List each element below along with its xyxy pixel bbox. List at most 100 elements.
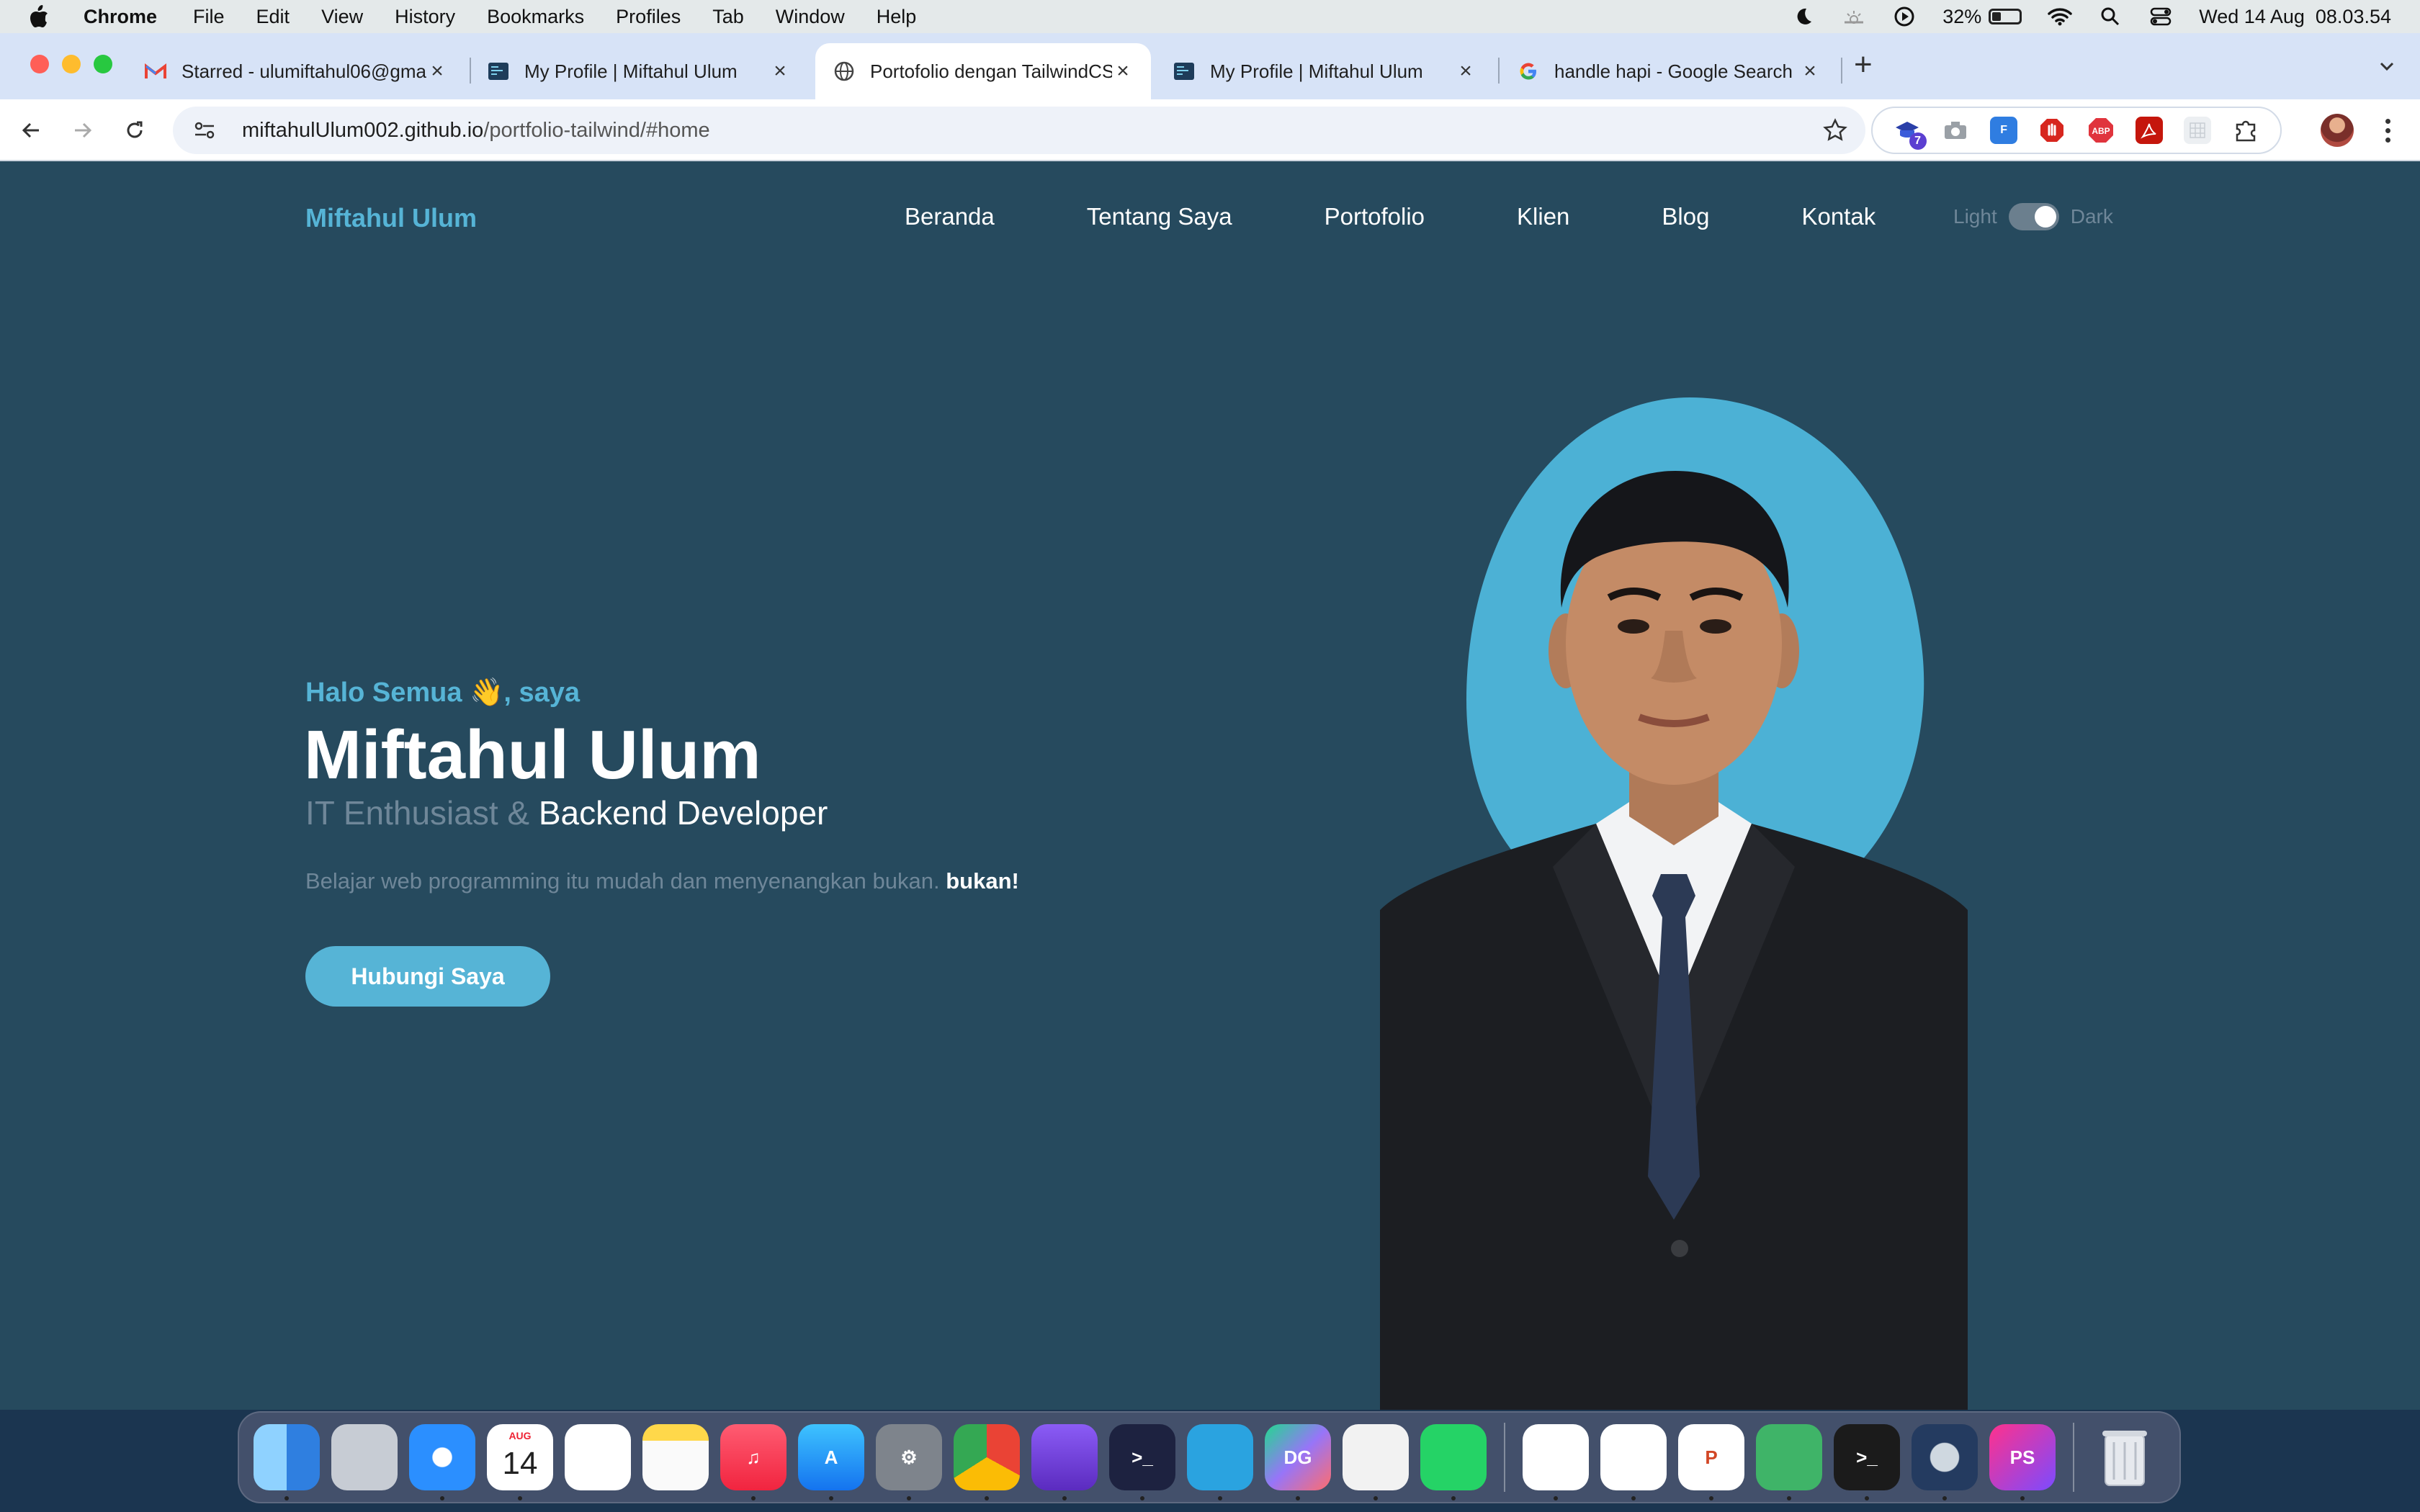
moon-icon[interactable] [1791, 4, 1816, 29]
nav-klien[interactable]: Klien [1517, 203, 1569, 230]
menu-app-name[interactable]: Chrome [84, 6, 157, 28]
pdf-extension[interactable] [2135, 117, 2163, 144]
hero-desc-strong: bukan! [946, 868, 1019, 894]
trash-icon[interactable] [2092, 1424, 2158, 1490]
code-page-icon [1173, 60, 1196, 83]
launchpad-icon[interactable] [331, 1424, 398, 1490]
whatsapp-icon[interactable] [1420, 1424, 1487, 1500]
nav-tentang-saya[interactable]: Tentang Saya [1087, 203, 1232, 230]
tab-my-profile-2[interactable]: My Profile | Miftahul Ulum × [1155, 43, 1494, 99]
nav-blog[interactable]: Blog [1662, 203, 1709, 230]
menu-view[interactable]: View [321, 6, 363, 28]
tab-title: My Profile | Miftahul Ulum [524, 60, 738, 82]
menu-profiles[interactable]: Profiles [616, 6, 681, 28]
dog-app-icon[interactable] [1343, 1424, 1409, 1500]
browser-tab-strip: Starred - ulumiftahul06@gma × My Profile… [0, 33, 2420, 99]
grid-extension[interactable] [2184, 117, 2212, 144]
academic-cap-extension[interactable]: 7 [1894, 117, 1927, 150]
close-tab-icon[interactable]: × [1112, 59, 1134, 84]
camera-extension[interactable] [1942, 117, 1969, 144]
reload-button[interactable] [118, 114, 151, 147]
back-button[interactable] [14, 114, 48, 147]
address-bar[interactable]: miftahulUlum002.github.io/portfolio-tail… [173, 107, 1865, 154]
calendar-icon[interactable]: AUG 14 [487, 1424, 553, 1500]
tab-portfolio-active[interactable]: Portofolio dengan TailwindCS × [815, 43, 1151, 99]
safari-icon[interactable] [409, 1424, 475, 1500]
code-page-icon [487, 60, 510, 83]
datagrip-icon[interactable]: DG [1265, 1424, 1331, 1500]
quicktime-icon[interactable] [1912, 1424, 1978, 1500]
zoom-window-button[interactable] [94, 55, 112, 73]
notes-icon[interactable] [642, 1424, 709, 1490]
calendar-month: AUG [508, 1430, 532, 1441]
theme-dark-label: Dark [2070, 205, 2113, 228]
menu-tab[interactable]: Tab [712, 6, 744, 28]
adblock-plus-extension[interactable]: ABP [2087, 117, 2115, 144]
hero-greeting: Halo Semua 👋, saya [305, 678, 581, 708]
url-text[interactable]: miftahulUlum002.github.io/portfolio-tail… [242, 119, 710, 143]
site-brand-logo[interactable]: Miftahul Ulum [305, 203, 477, 233]
menubar-clock[interactable]: Wed 14 Aug 08.03.54 [2199, 6, 2391, 28]
abp-label: ABP [2092, 126, 2110, 136]
phpstorm-icon[interactable]: PS [1989, 1424, 2056, 1500]
app-store-icon[interactable]: A [798, 1424, 864, 1500]
running-indicator [1787, 1496, 1791, 1500]
new-tab-button[interactable]: + [1854, 49, 1873, 81]
nav-kontak[interactable]: Kontak [1801, 203, 1876, 230]
dark-mode-switch[interactable] [2008, 203, 2059, 230]
telegram-icon[interactable] [1187, 1424, 1253, 1500]
close-tab-icon[interactable]: × [1799, 59, 1821, 84]
tab-search-chevron-icon[interactable] [2374, 53, 2400, 79]
apple-menu-icon[interactable] [29, 4, 50, 29]
site-settings-icon[interactable] [190, 116, 219, 145]
profile-avatar[interactable] [2321, 114, 2354, 147]
brightness-icon[interactable] [1842, 4, 1866, 29]
tab-gmail[interactable]: Starred - ulumiftahul06@gma × [127, 43, 465, 99]
close-window-button[interactable] [30, 55, 49, 73]
capcut-icon[interactable] [1600, 1424, 1667, 1500]
reminders-icon[interactable] [565, 1424, 631, 1490]
close-tab-icon[interactable]: × [426, 59, 448, 84]
dock-app-label: DG [1283, 1446, 1312, 1468]
cloud-terminal-icon[interactable]: >_ [1109, 1424, 1175, 1500]
nav-portofolio[interactable]: Portofolio [1325, 203, 1425, 230]
chrome-icon[interactable] [954, 1424, 1020, 1500]
nav-beranda[interactable]: Beranda [905, 203, 995, 230]
tab-google-search[interactable]: handle hapi - Google Search × [1500, 43, 1838, 99]
dock-app-label: ⚙ [900, 1446, 918, 1468]
system-settings-icon[interactable]: ⚙ [876, 1424, 942, 1500]
music-icon[interactable]: ♫ [720, 1424, 786, 1500]
menu-help[interactable]: Help [877, 6, 917, 28]
terminal-icon[interactable]: >_ [1834, 1424, 1900, 1500]
running-indicator [1942, 1496, 1947, 1500]
running-indicator [1218, 1496, 1222, 1500]
database-icon[interactable] [1031, 1424, 1098, 1500]
control-center-icon[interactable] [2148, 4, 2173, 29]
hubungi-saya-button[interactable]: Hubungi Saya [305, 946, 550, 1007]
stop-hand-extension[interactable] [2038, 117, 2066, 144]
menu-bookmarks[interactable]: Bookmarks [487, 6, 584, 28]
running-indicator [1865, 1496, 1869, 1500]
close-tab-icon[interactable]: × [1455, 59, 1476, 84]
battery-indicator[interactable]: 32% [1942, 6, 2022, 28]
spotlight-search-icon[interactable] [2098, 4, 2123, 29]
tab-my-profile-1[interactable]: My Profile | Miftahul Ulum × [470, 43, 808, 99]
close-tab-icon[interactable]: × [769, 59, 791, 84]
bookmark-star-icon[interactable] [1822, 117, 1848, 143]
calendar-day: 14 [502, 1446, 538, 1481]
tableplus-icon[interactable] [1756, 1424, 1822, 1500]
play-circle-icon[interactable] [1892, 4, 1917, 29]
menu-history[interactable]: History [395, 6, 455, 28]
menu-window[interactable]: Window [776, 6, 845, 28]
wifi-icon[interactable] [2048, 4, 2073, 29]
chrome-menu-icon[interactable] [2377, 114, 2398, 147]
menu-edit[interactable]: Edit [256, 6, 290, 28]
fl-extension[interactable]: F [1990, 117, 2018, 144]
forward-button[interactable] [66, 114, 99, 147]
minimize-window-button[interactable] [62, 55, 81, 73]
finder-icon[interactable] [254, 1424, 320, 1500]
vscode-icon[interactable] [1523, 1424, 1589, 1500]
menu-file[interactable]: File [193, 6, 225, 28]
puzzle-extensions-icon[interactable] [2232, 117, 2259, 144]
powerpoint-icon[interactable]: P [1678, 1424, 1744, 1500]
